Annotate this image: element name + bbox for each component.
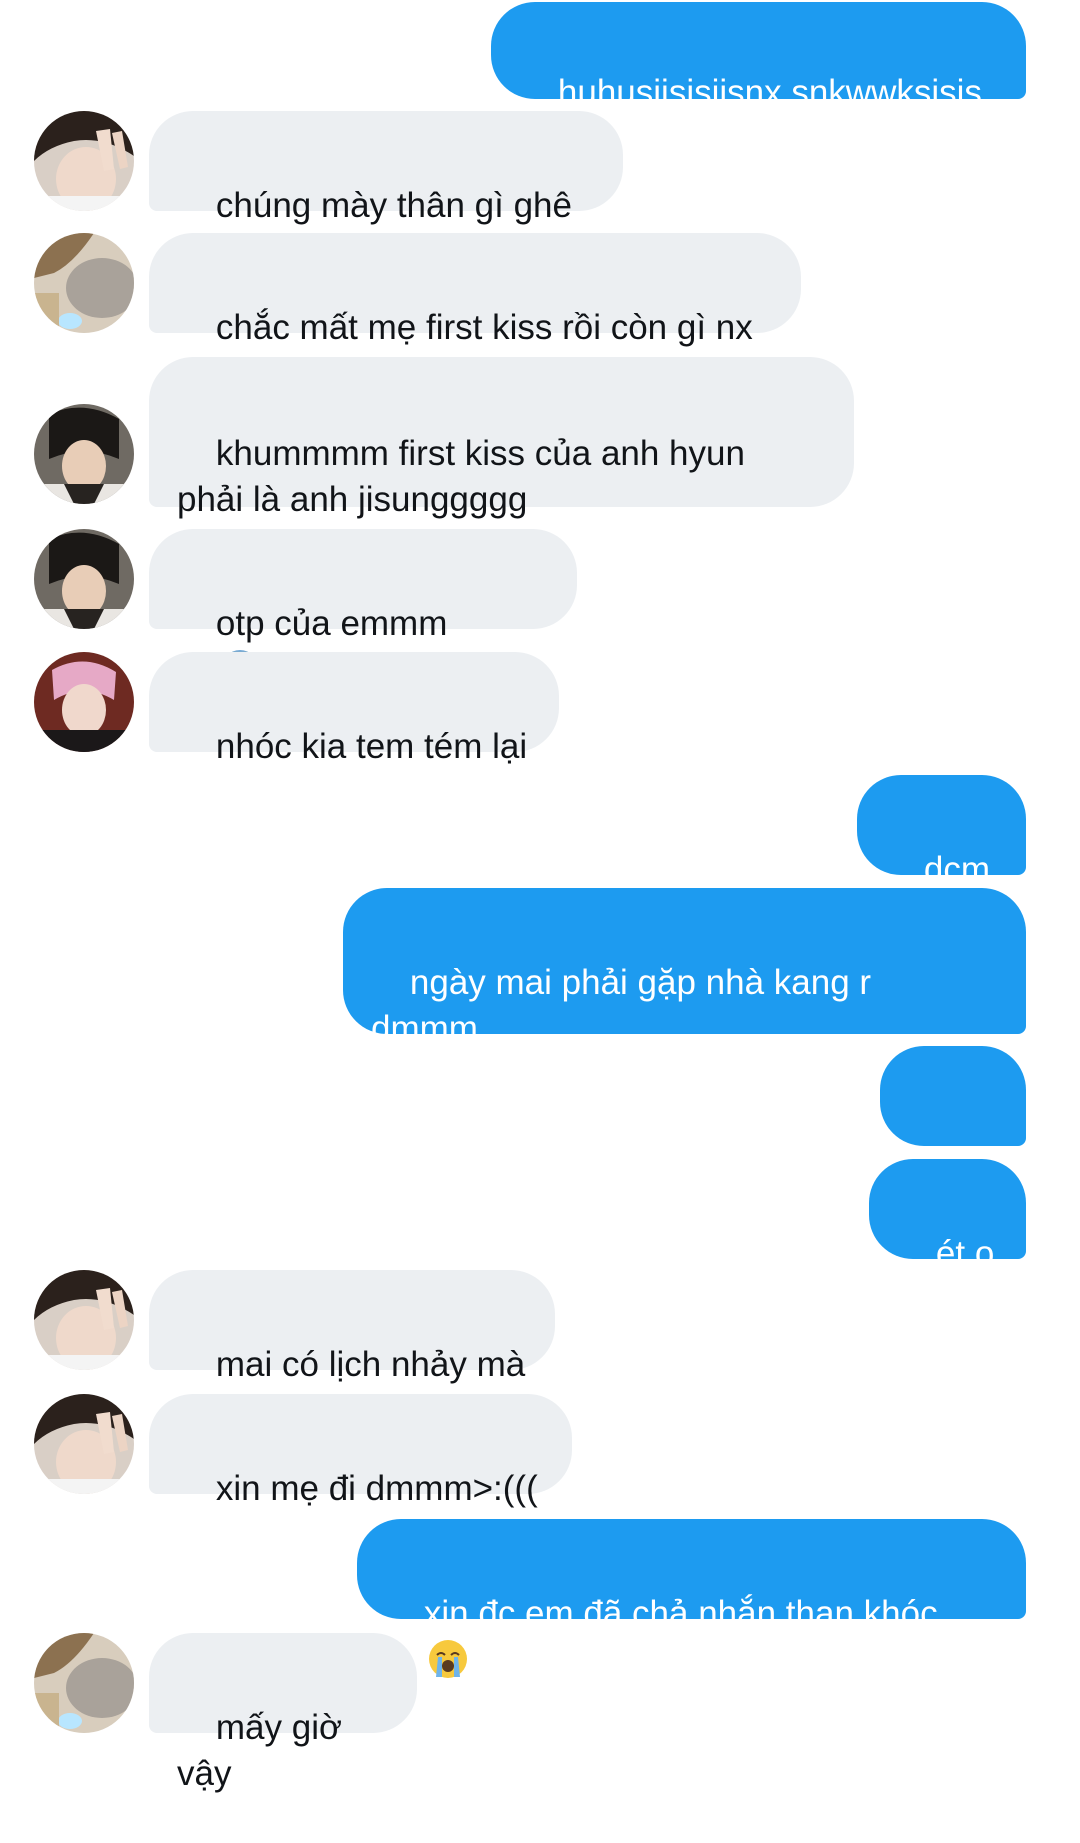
avatar-dark-hair[interactable] [34,404,134,504]
message-bubble-incoming[interactable]: mai có lịch nhảy mà [149,1270,555,1384]
loudly-crying-face-emoji [428,1640,467,1678]
message-text: otp của emmm [215,604,448,643]
avatar-pink-hair[interactable] [34,652,134,752]
message-text: ngày mai phải gặp nhà kang r dmmm [371,963,872,1048]
avatar-peace-sign[interactable] [34,1394,134,1494]
message-bubble-outgoing[interactable]: dcm nó [857,775,1026,935]
message-bubble-outgoing[interactable]: xin đc em đã chả nhắn than khóc [357,1519,1026,1678]
message-bubble-incoming[interactable]: otp của emmm [149,529,577,734]
message-text: nhóc kia tem tém lại [215,727,528,766]
message-text: mấy giờ vậy [177,1708,352,1793]
message-bubble-outgoing[interactable]: ét o ét [869,1159,1026,1319]
message-bubble-outgoing[interactable]: huhusjjsjsjjsnx snkwwksjsjs [491,2,1026,112]
avatar-lying-down[interactable] [34,233,134,333]
message-bubble-incoming[interactable]: khummmm first kiss của anh hyun phải là … [149,357,854,519]
avatar-peace-sign[interactable] [34,111,134,211]
message-text: xin mẹ đi dmmm>:((( [215,1469,538,1508]
message-bubble-outgoing[interactable]: ngày mai phải gặp nhà kang r dmmm [343,888,1026,1048]
message-bubble-incoming[interactable]: nhóc kia tem tém lại [149,652,559,766]
message-bubble-incoming[interactable]: xin mẹ đi dmmm>:((( [149,1394,572,1508]
avatar-lying-down[interactable] [34,1633,134,1733]
message-text: xin đc em đã chả nhắn than khóc [423,1594,938,1633]
avatar-dark-hair[interactable] [34,529,134,629]
message-text: chắc mất mẹ first kiss rồi còn gì nx [215,308,753,347]
message-text: khummmm first kiss của anh hyun phải là … [177,434,745,519]
avatar-peace-sign[interactable] [34,1270,134,1370]
message-bubble-incoming[interactable]: chúng mày thân gì ghê v [149,111,623,271]
message-bubble-incoming[interactable]: chắc mất mẹ first kiss rồi còn gì nx [149,233,801,347]
message-bubble-outgoing[interactable]: huhuu [880,1046,1026,1252]
chat-thread[interactable]: huhusjjsjsjjsnx snkwwksjsjs chúng mày th… [0,0,1080,1793]
message-bubble-incoming[interactable]: mấy giờ vậy [149,1633,417,1793]
message-text: huhusjjsjsjjsnx snkwwksjsjs [557,73,982,112]
message-text: mai có lịch nhảy mà [215,1345,526,1384]
